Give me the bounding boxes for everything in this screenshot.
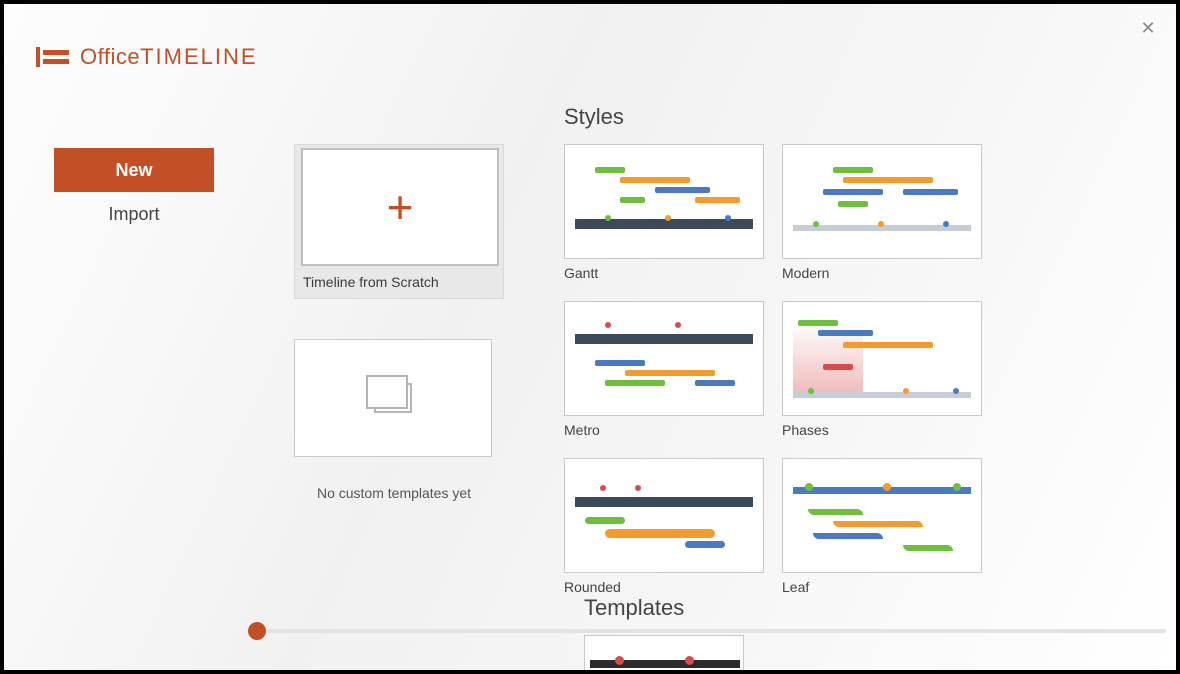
style-metro[interactable]: Metro (564, 301, 764, 438)
style-label: Gantt (564, 265, 764, 281)
center-column: + Timeline from Scratch No custom templa… (294, 144, 514, 501)
style-leaf-thumb (782, 458, 982, 573)
style-leaf[interactable]: Leaf (782, 458, 982, 595)
style-label: Rounded (564, 579, 764, 595)
horizontal-scrollbar[interactable] (234, 622, 1166, 640)
style-metro-thumb (564, 301, 764, 416)
styles-grid: Gantt Modern (564, 144, 1024, 595)
brand-name-b: TIMELINE (140, 44, 257, 69)
styles-title: Styles (564, 104, 1024, 130)
style-label: Modern (782, 265, 982, 281)
sidebar-import-button[interactable]: Import (54, 192, 214, 236)
style-modern-thumb (782, 144, 982, 259)
style-rounded-thumb (564, 458, 764, 573)
style-rounded[interactable]: Rounded (564, 458, 764, 595)
empty-label: No custom templates yet (294, 485, 494, 501)
plus-icon: + (387, 184, 414, 230)
no-custom-templates-tile (294, 339, 494, 457)
close-button[interactable]: ✕ (1136, 16, 1160, 40)
scratch-thumb: + (301, 148, 499, 266)
style-modern[interactable]: Modern (782, 144, 982, 281)
scrollbar-track (262, 629, 1166, 633)
style-label: Metro (564, 422, 764, 438)
scrollbar-thumb[interactable] (248, 622, 266, 640)
style-label: Leaf (782, 579, 982, 595)
brand-logo-text: OfficeTIMELINE (80, 44, 258, 70)
style-gantt[interactable]: Gantt (564, 144, 764, 281)
brand-logo: OfficeTIMELINE (36, 44, 258, 70)
sidebar-new-button[interactable]: New (54, 148, 214, 192)
empty-thumb (294, 339, 492, 457)
style-phases-thumb (782, 301, 982, 416)
templates-grid: Marketing Program Management (584, 635, 764, 670)
brand-name-a: Office (80, 44, 140, 69)
scratch-label: Timeline from Scratch (301, 274, 497, 290)
brand-logo-icon (36, 45, 72, 69)
gallery-area: Styles Gantt (564, 104, 1176, 670)
app-window: ✕ OfficeTIMELINE New Import + Timeline f… (4, 4, 1176, 670)
style-label: Phases (782, 422, 982, 438)
stack-icon (374, 383, 412, 413)
style-phases[interactable]: Phases (782, 301, 982, 438)
styles-section: Styles Gantt (564, 104, 1024, 595)
templates-title: Templates (584, 595, 764, 621)
timeline-from-scratch-tile[interactable]: + Timeline from Scratch (294, 144, 504, 299)
close-icon: ✕ (1140, 18, 1155, 39)
template-marketing-thumb (584, 635, 744, 670)
style-gantt-thumb (564, 144, 764, 259)
template-marketing[interactable]: Marketing (584, 635, 744, 670)
sidebar: New Import (54, 148, 214, 236)
